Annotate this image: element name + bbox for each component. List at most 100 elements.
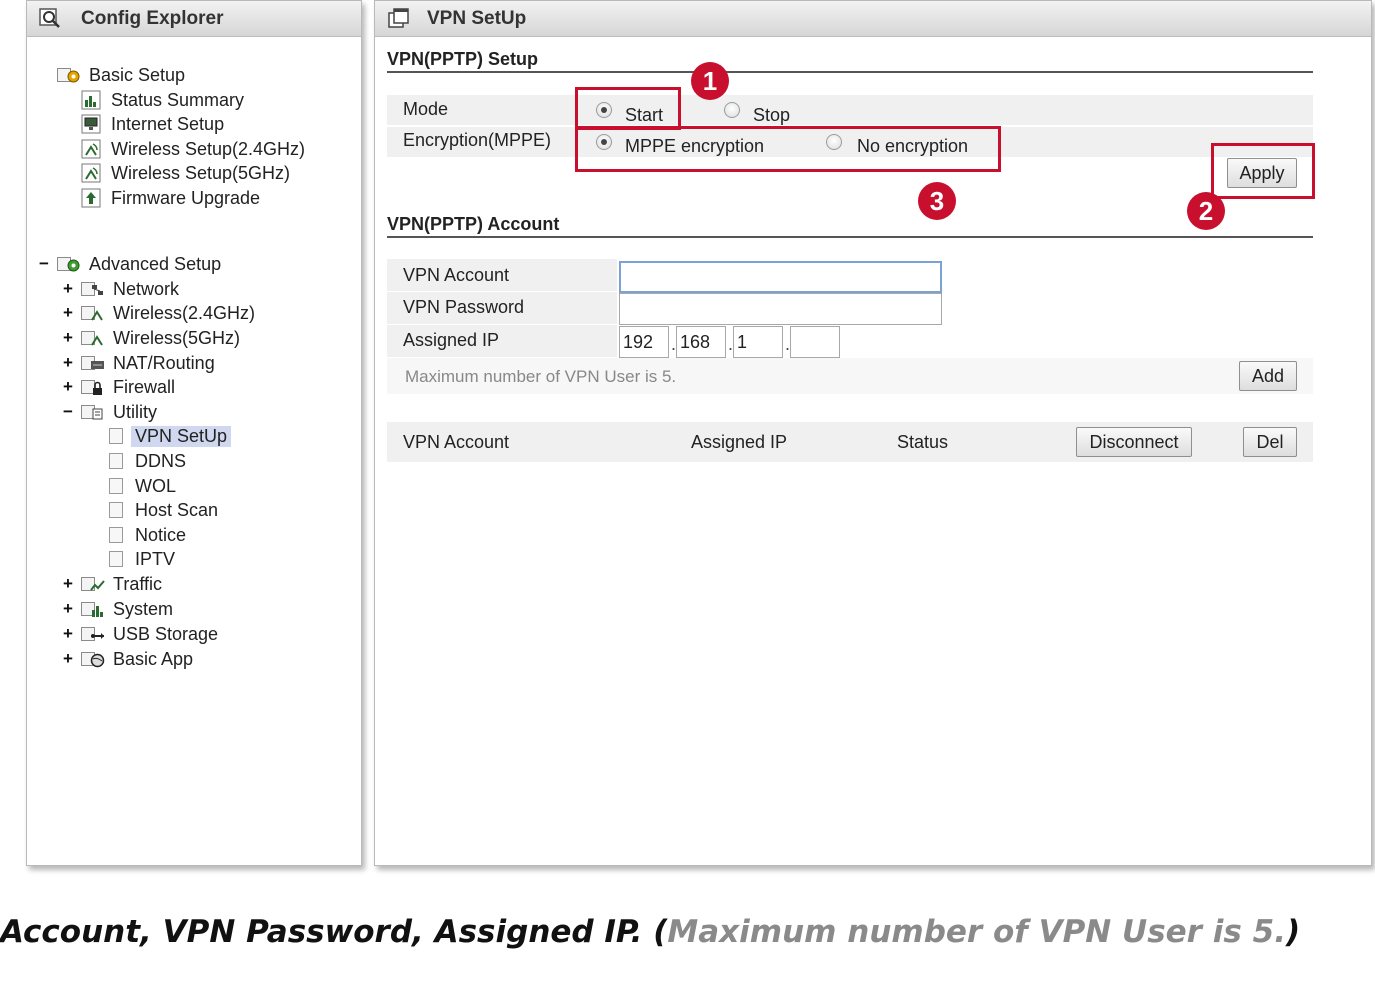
- ip-octet-3-input[interactable]: [733, 326, 783, 358]
- expand-icon[interactable]: +: [61, 353, 75, 373]
- config-explorer-title: Config Explorer: [81, 7, 224, 29]
- annotation-number-3: 3: [918, 182, 956, 220]
- globe-icon: [81, 649, 107, 669]
- instruction-caption: Account, VPN Password, Assigned IP. (Max…: [0, 914, 1300, 950]
- tree-label: Status Summary: [111, 89, 245, 110]
- col-assigned-ip: Assigned IP: [691, 432, 788, 452]
- page-icon: [109, 428, 123, 444]
- page-icon: [109, 478, 123, 494]
- tree-node-basic-setup[interactable]: Basic Setup: [57, 63, 185, 87]
- expand-icon[interactable]: +: [61, 574, 75, 594]
- tree-label: IPTV: [135, 548, 176, 569]
- tree-label: Network: [113, 278, 180, 299]
- col-vpn-account: VPN Account: [403, 432, 510, 452]
- usb-icon: [81, 624, 107, 644]
- window-icon: [387, 7, 411, 30]
- config-explorer-panel: Config Explorer Basic Setup Status Summa…: [26, 0, 362, 866]
- tree-label: Wireless Setup(5GHz): [111, 162, 291, 183]
- tree-item-ddns[interactable]: DDNS: [109, 449, 186, 473]
- annotation-box-apply: [1211, 143, 1315, 199]
- ip-octet-2-input[interactable]: [676, 326, 726, 358]
- tree-label: Advanced Setup: [89, 253, 222, 274]
- vpn-setup-panel: VPN SetUp VPN(PPTP) Setup Mode Encryptio…: [374, 0, 1372, 866]
- wireless-icon: [81, 163, 105, 183]
- mode-stop-label[interactable]: Stop: [753, 105, 790, 126]
- expand-icon[interactable]: +: [61, 279, 75, 299]
- section-divider: [387, 236, 1313, 238]
- tree-label: WOL: [135, 475, 177, 496]
- utility-icon: [81, 402, 107, 422]
- annotation-box-mode: [575, 87, 681, 130]
- tree-node-firewall[interactable]: + Firewall: [61, 375, 175, 399]
- vpn-pptp-setup-heading: VPN(PPTP) Setup: [387, 49, 539, 69]
- tree-label: USB Storage: [113, 623, 219, 644]
- tree-node-advanced-setup[interactable]: − Advanced Setup: [37, 252, 221, 276]
- page-icon: [109, 502, 123, 518]
- mode-stop-radio[interactable]: [724, 102, 740, 118]
- disconnect-button[interactable]: Disconnect: [1076, 427, 1192, 457]
- tree-node-network[interactable]: + Network: [61, 277, 179, 301]
- caption-close: ): [1285, 914, 1301, 950]
- wireless-icon: [81, 139, 105, 159]
- config-explorer-header: Config Explorer: [27, 1, 361, 37]
- vpn-setup-header: VPN SetUp: [375, 1, 1371, 37]
- annotation-box-encryption: [575, 126, 1001, 172]
- tree-label: Basic App: [113, 648, 194, 669]
- tree-node-nat-routing[interactable]: + NAT/Routing: [61, 351, 215, 375]
- tree-item-firmware-upgrade[interactable]: Firmware Upgrade: [81, 186, 260, 210]
- tree-item-wireless-setup-5[interactable]: Wireless Setup(5GHz): [81, 161, 290, 185]
- ip-octet-4-input[interactable]: [790, 326, 840, 358]
- tree-item-status-summary[interactable]: Status Summary: [81, 88, 244, 112]
- tree-node-basic-app[interactable]: + Basic App: [61, 647, 193, 671]
- tree-label: Wireless(5GHz): [113, 327, 241, 348]
- expand-icon[interactable]: +: [61, 377, 75, 397]
- tree-item-iptv[interactable]: IPTV: [109, 547, 175, 571]
- expand-icon[interactable]: +: [61, 599, 75, 619]
- mode-label: Mode: [403, 99, 449, 119]
- expand-icon[interactable]: +: [61, 303, 75, 323]
- tree-item-wol[interactable]: WOL: [109, 474, 176, 498]
- vpn-account-label: VPN Account: [403, 265, 510, 285]
- advanced-setup-folder-icon: [57, 254, 83, 274]
- tree-item-internet-setup[interactable]: Internet Setup: [81, 112, 224, 136]
- vpn-password-input[interactable]: [619, 293, 942, 325]
- collapse-icon[interactable]: −: [37, 254, 51, 274]
- router-icon: [81, 353, 107, 373]
- vpn-account-input[interactable]: [619, 261, 942, 293]
- tree-label: Wireless Setup(2.4GHz): [111, 138, 306, 159]
- collapse-icon[interactable]: −: [61, 402, 75, 422]
- tree-label: DDNS: [135, 450, 187, 471]
- lock-icon: [81, 377, 107, 397]
- page-icon: [109, 527, 123, 543]
- col-status: Status: [897, 432, 949, 452]
- section-divider: [387, 71, 1313, 73]
- tree-label: Basic Setup: [89, 64, 186, 85]
- add-button[interactable]: Add: [1239, 361, 1297, 391]
- page-icon: [109, 453, 123, 469]
- traffic-icon: [81, 574, 107, 594]
- tree-node-utility[interactable]: − Utility: [61, 400, 157, 424]
- tree-node-wireless-24[interactable]: + Wireless(2.4GHz): [61, 301, 255, 325]
- tree-label: VPN SetUp: [131, 425, 232, 447]
- basic-setup-folder-icon: [57, 65, 83, 85]
- tree-node-usb-storage[interactable]: + USB Storage: [61, 622, 218, 646]
- tree-node-traffic[interactable]: + Traffic: [61, 572, 162, 596]
- caption-main: Account, VPN Password, Assigned IP. (: [0, 914, 668, 950]
- monitor-icon: [81, 114, 105, 134]
- tree-item-host-scan[interactable]: Host Scan: [109, 498, 218, 522]
- tree-label: NAT/Routing: [113, 352, 215, 373]
- tree-item-notice[interactable]: Notice: [109, 523, 186, 547]
- magnifier-window-icon: [39, 7, 65, 30]
- ip-octet-1-input[interactable]: [619, 326, 669, 358]
- expand-icon[interactable]: +: [61, 328, 75, 348]
- expand-icon[interactable]: +: [61, 649, 75, 669]
- tree-node-system[interactable]: + System: [61, 597, 173, 621]
- tree-label: Internet Setup: [111, 113, 225, 134]
- expand-icon[interactable]: +: [61, 624, 75, 644]
- tree-item-wireless-setup-24[interactable]: Wireless Setup(2.4GHz): [81, 137, 305, 161]
- del-button[interactable]: Del: [1243, 427, 1297, 457]
- assigned-ip-label: Assigned IP: [403, 330, 500, 350]
- tree-item-vpn-setup[interactable]: VPN SetUp: [109, 424, 232, 448]
- vpn-password-label: VPN Password: [403, 297, 525, 317]
- tree-node-wireless-5[interactable]: + Wireless(5GHz): [61, 326, 240, 350]
